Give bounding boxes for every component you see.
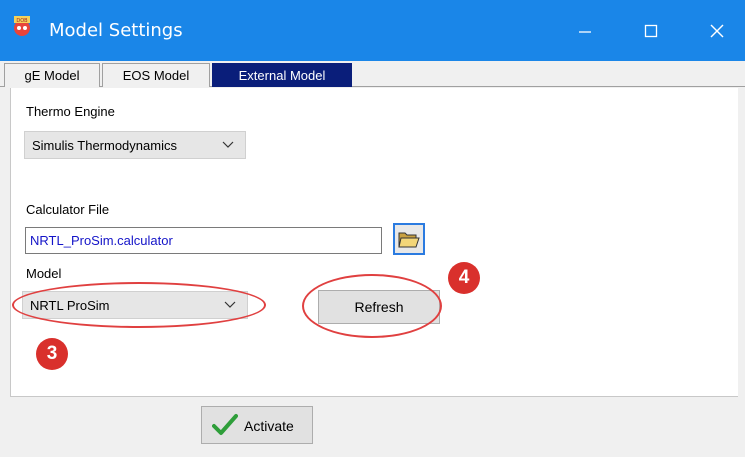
close-button[interactable]	[684, 0, 745, 61]
window-title: Model Settings	[49, 20, 183, 41]
browse-file-button[interactable]	[393, 223, 425, 255]
model-highlight-ellipse	[12, 282, 266, 328]
app-icon: DOB	[10, 14, 34, 38]
step-badge-3: 3	[36, 338, 68, 370]
refresh-highlight-ellipse	[302, 274, 442, 338]
footer-panel	[10, 396, 738, 457]
step-badge-4: 4	[448, 262, 480, 294]
maximize-icon	[644, 24, 658, 37]
model-label: Model	[26, 266, 62, 281]
checkmark-icon	[212, 414, 238, 435]
chevron-down-icon	[222, 141, 234, 148]
folder-open-icon	[398, 232, 420, 248]
tab-external-model[interactable]: External Model	[212, 63, 352, 87]
minimize-icon	[579, 30, 591, 33]
close-icon	[710, 24, 724, 37]
svg-text:DOB: DOB	[16, 18, 28, 24]
thermo-engine-label: Thermo Engine	[26, 104, 115, 119]
activate-label: Activate	[244, 418, 294, 434]
thermo-engine-value: Simulis Thermodynamics	[32, 138, 177, 153]
thermo-engine-select[interactable]: Simulis Thermodynamics	[24, 131, 246, 159]
model-settings-window: DOB Model Settings gE Model EOS Model Ex…	[0, 0, 745, 457]
tab-ge-model[interactable]: gE Model	[4, 63, 100, 87]
minimize-button[interactable]	[552, 0, 618, 61]
activate-button[interactable]: Activate	[201, 406, 313, 444]
title-bar[interactable]: DOB Model Settings	[0, 0, 745, 61]
tab-eos-model[interactable]: EOS Model	[102, 63, 210, 87]
calculator-file-input[interactable]: NRTL_ProSim.calculator	[25, 227, 382, 254]
tab-bar: gE Model EOS Model External Model	[0, 61, 745, 87]
calculator-file-label: Calculator File	[26, 202, 110, 217]
maximize-button[interactable]	[618, 0, 684, 61]
